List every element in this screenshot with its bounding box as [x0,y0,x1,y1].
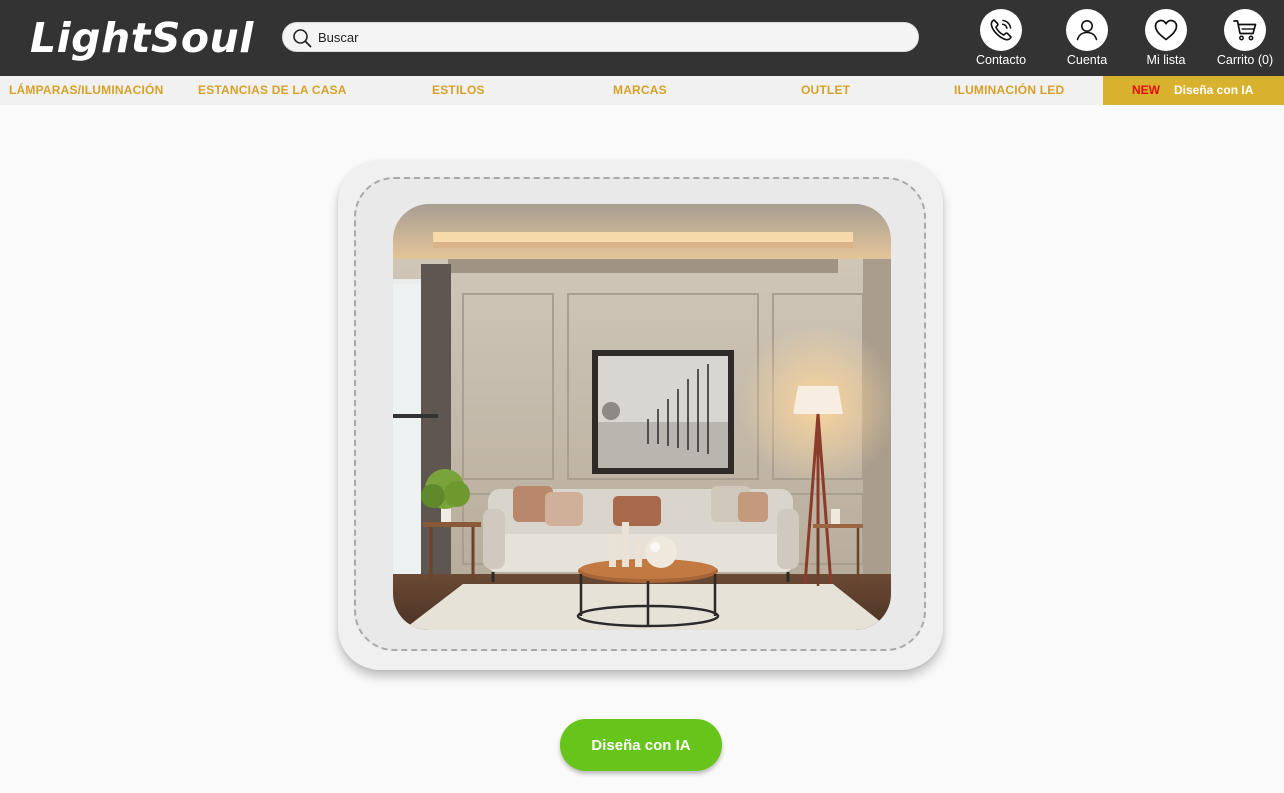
nav-item-estancias[interactable]: ESTANCIAS DE LA CASA [198,76,347,105]
cart-label: Carrito (0) [1216,53,1274,67]
cart-button[interactable]: Carrito (0) [1205,9,1284,69]
account-button[interactable]: Cuenta [1047,9,1127,69]
contact-label: Contacto [975,53,1027,67]
wishlist-label: Mi lista [1146,53,1186,67]
brand-logo[interactable]: LightSoul [30,14,254,62]
wishlist-button[interactable]: Mi lista [1126,9,1206,69]
nav-item-disena-ia[interactable]: NEW Diseña con IA [1103,76,1284,105]
nav-item-estilos[interactable]: ESTILOS [432,76,485,105]
user-icon [1066,9,1108,51]
heart-icon [1145,9,1187,51]
disena-con-ia-button[interactable]: Diseña con IA [560,719,722,771]
contact-button[interactable]: Contacto [961,9,1041,69]
nav-item-marcas[interactable]: MARCAS [613,76,667,105]
account-label: Cuenta [1066,53,1108,67]
image-dropzone[interactable] [354,177,926,651]
new-badge: NEW [1132,83,1160,97]
nav-item-lamparas[interactable]: LÁMPARAS/ILUMINACIÓN [9,76,163,105]
search-bar[interactable] [282,22,919,52]
room-preview-image [393,204,891,630]
cart-icon [1224,9,1266,51]
nav-item-outlet[interactable]: OUTLET [801,76,850,105]
phone-icon [980,9,1022,51]
living-room-illustration [393,204,891,630]
nav-ai-label: Diseña con IA [1174,83,1254,97]
search-input[interactable] [318,23,908,51]
image-upload-card [338,160,943,670]
category-nav: LÁMPARAS/ILUMINACIÓN ESTANCIAS DE LA CAS… [0,76,1284,105]
nav-item-iluminacion-led[interactable]: ILUMINACIÓN LED [954,76,1064,105]
top-header: LightSoul Contacto Cuenta [0,0,1284,76]
search-icon [293,29,312,48]
